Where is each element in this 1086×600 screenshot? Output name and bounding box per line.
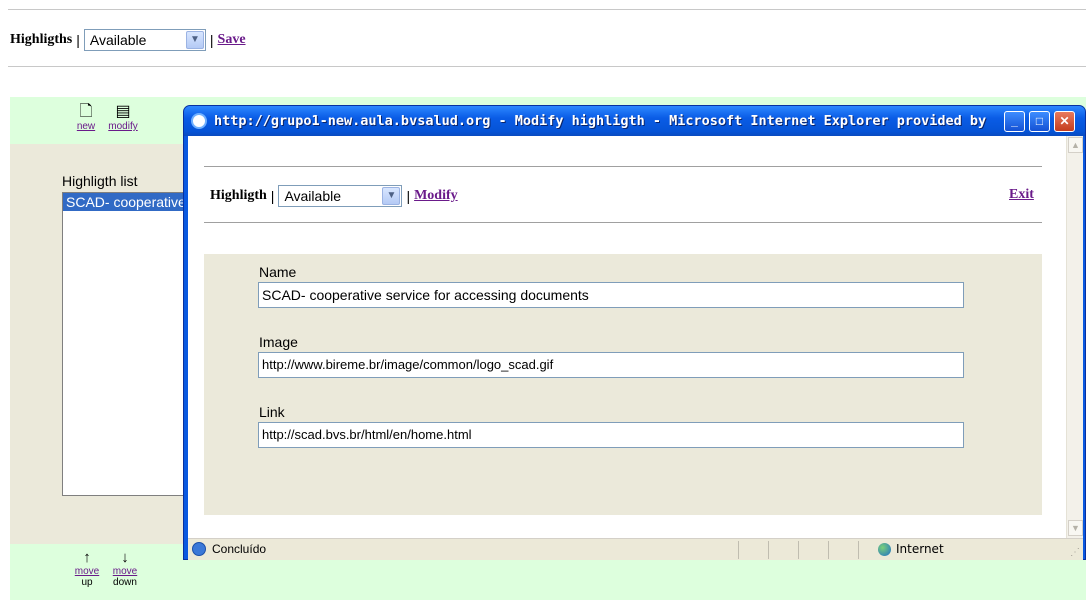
separator: | bbox=[76, 32, 80, 48]
move-up-sublabel: up bbox=[81, 577, 93, 588]
separator: | bbox=[209, 32, 214, 48]
status-divider bbox=[738, 541, 739, 559]
toolbar-divider bbox=[8, 66, 1086, 67]
status-text: Concluído bbox=[212, 542, 267, 556]
highlight-form: Name SCAD- cooperative service for acces… bbox=[204, 254, 1042, 515]
modify-link[interactable]: modify bbox=[108, 121, 137, 132]
status-select[interactable]: Available ▼ bbox=[83, 29, 206, 51]
chevron-down-icon[interactable]: ▼ bbox=[185, 31, 204, 49]
highlights-toolbar: Highligths | Available ▼ | Save bbox=[10, 28, 246, 52]
ie-popup-window: http://grupo1-new.aula.bvsalud.org - Mod… bbox=[183, 105, 1086, 560]
highlight-label: Highligth bbox=[210, 188, 267, 203]
page-loaded-icon bbox=[192, 542, 206, 556]
vertical-scrollbar[interactable]: ▲ ▼ bbox=[1066, 136, 1083, 538]
globe-icon bbox=[878, 543, 891, 556]
arrow-up-icon[interactable]: ↑ bbox=[72, 549, 102, 566]
popup-toolbar: Highligth | Available ▼ | Modify bbox=[210, 184, 458, 208]
status-divider bbox=[858, 541, 859, 559]
separator: | bbox=[406, 188, 411, 204]
highlight-list-label: Highligth list bbox=[62, 173, 138, 189]
modify-tool[interactable]: ▤ modify bbox=[102, 103, 144, 132]
name-label: Name bbox=[259, 264, 297, 280]
link-field[interactable]: http://scad.bvs.br/html/en/home.html bbox=[258, 422, 964, 448]
move-down-link[interactable]: move bbox=[113, 566, 137, 577]
content-toolbar-divider bbox=[204, 222, 1042, 223]
maximize-button[interactable]: □ bbox=[1029, 111, 1050, 132]
move-up-link[interactable]: move bbox=[75, 566, 99, 577]
minimize-button[interactable]: _ bbox=[1004, 111, 1025, 132]
modify-link[interactable]: Modify bbox=[414, 188, 458, 204]
list-item[interactable]: SCAD- cooperative service for accessing … bbox=[63, 193, 201, 211]
resize-grip-icon[interactable]: ⋰ bbox=[1070, 547, 1080, 558]
close-button[interactable]: ✕ bbox=[1054, 111, 1075, 132]
content-top-divider bbox=[204, 166, 1042, 167]
status-divider bbox=[798, 541, 799, 559]
page-icon: 🗋 bbox=[79, 103, 93, 120]
popup-status-value: Available bbox=[284, 188, 341, 204]
status-bar: Concluído Internet ⋰ bbox=[188, 538, 1083, 560]
name-field[interactable]: SCAD- cooperative service for accessing … bbox=[258, 282, 964, 308]
zone-text: Internet bbox=[896, 542, 944, 556]
status-select-value: Available bbox=[89, 32, 147, 48]
popup-status-select[interactable]: Available ▼ bbox=[278, 185, 403, 207]
new-link[interactable]: new bbox=[77, 121, 95, 132]
arrow-down-icon[interactable]: ↓ bbox=[108, 549, 142, 566]
exit-link[interactable]: Exit bbox=[1009, 187, 1034, 203]
image-field[interactable]: http://www.bireme.br/image/common/logo_s… bbox=[258, 352, 964, 378]
new-tool[interactable]: 🗋 new bbox=[72, 103, 100, 132]
chevron-down-icon[interactable]: ▼ bbox=[382, 187, 401, 205]
status-divider bbox=[828, 541, 829, 559]
scroll-up-arrow-icon[interactable]: ▲ bbox=[1068, 137, 1083, 153]
popup-content: Highligth | Available ▼ | Modify Exit Na… bbox=[188, 136, 1083, 538]
highlight-listbox[interactable]: SCAD- cooperative service for accessing … bbox=[62, 192, 202, 496]
window-titlebar[interactable]: http://grupo1-new.aula.bvsalud.org - Mod… bbox=[184, 106, 1085, 136]
top-divider bbox=[8, 9, 1086, 10]
internet-explorer-icon bbox=[191, 113, 207, 129]
window-title: http://grupo1-new.aula.bvsalud.org - Mod… bbox=[214, 113, 994, 129]
separator: | bbox=[270, 188, 275, 204]
scroll-down-arrow-icon[interactable]: ▼ bbox=[1068, 520, 1083, 536]
status-divider bbox=[768, 541, 769, 559]
document-lines-icon: ▤ bbox=[115, 103, 131, 120]
highlights-label: Highligths bbox=[10, 32, 73, 47]
save-link[interactable]: Save bbox=[218, 32, 246, 48]
move-down-sublabel: down bbox=[113, 577, 137, 588]
link-label: Link bbox=[259, 404, 285, 420]
image-label: Image bbox=[259, 334, 298, 350]
